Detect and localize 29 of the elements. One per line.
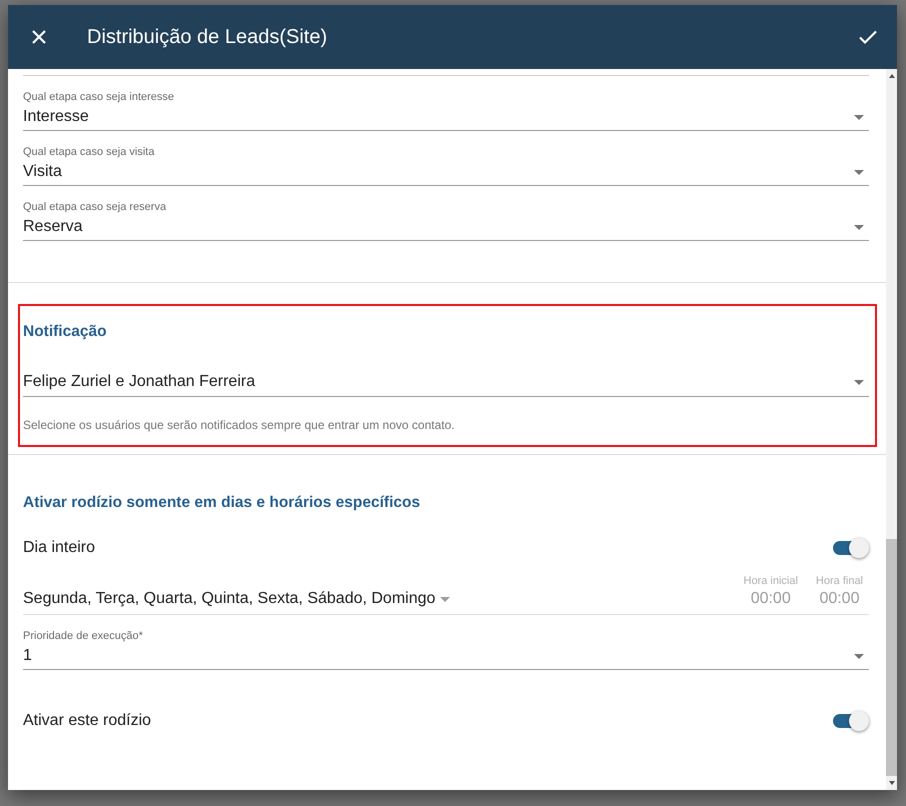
caret-icon: [854, 114, 864, 120]
toggle-switch[interactable]: [833, 538, 869, 558]
caret-icon: [854, 654, 864, 658]
caret-icon: [440, 596, 450, 602]
check-icon[interactable]: [858, 29, 878, 45]
field-label: Prioridade de execução*: [23, 629, 144, 643]
section-title: Ativar rodízio somente em dias e horários específicos: [23, 493, 422, 513]
select-field[interactable]: Felipe Zuriel e Jonathan Ferreira: [23, 368, 869, 397]
field-label: Qual etapa caso seja visita: [23, 145, 156, 159]
scrollbar[interactable]: [886, 69, 897, 790]
dialog-title: Distribuição de Leads(Site): [87, 26, 328, 48]
toggle-switch[interactable]: [833, 711, 869, 731]
switch-label: Dia inteiro: [23, 539, 96, 557]
select-field[interactable]: Reserva: [23, 214, 869, 241]
caret-icon: [854, 224, 864, 230]
select-field[interactable]: Visita: [23, 159, 869, 186]
switch-label: Ativar este rodízio: [23, 712, 152, 730]
caret-icon: [854, 170, 864, 174]
close-icon[interactable]: [31, 29, 47, 45]
field-label: Qual etapa caso seja interesse: [23, 90, 176, 104]
time-label: Hora final: [816, 574, 863, 588]
time-label: Hora inicial: [744, 574, 798, 588]
caret-icon: [854, 380, 864, 384]
select-field[interactable]: 1: [23, 643, 869, 670]
days-dropdown[interactable]: Segunda, Terça, Quarta, Quinta, Sexta, Sábado, Domingo: [23, 590, 450, 608]
section-title: Notificação: [23, 322, 108, 342]
helper-text: Selecione os usuários que serão notificados sempre que entrar um novo contato.: [23, 417, 456, 433]
select-field[interactable]: Interesse: [23, 104, 869, 131]
field-label: Qual etapa caso seja reserva: [23, 200, 168, 214]
